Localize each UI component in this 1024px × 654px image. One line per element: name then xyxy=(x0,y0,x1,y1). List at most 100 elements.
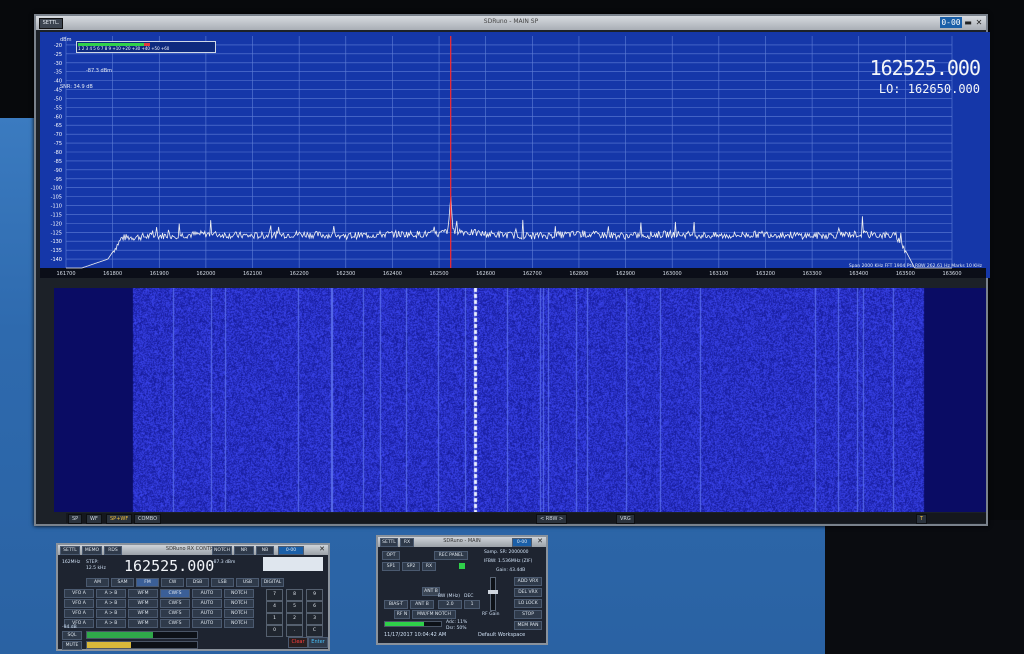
spwf-button[interactable]: SP+WF xyxy=(106,514,133,524)
rx-function-button-vfo-a[interactable]: VFO A xyxy=(64,609,94,618)
extra-button[interactable]: T xyxy=(916,514,928,524)
keypad-key[interactable]: 5 xyxy=(286,601,303,613)
main-close-icon[interactable]: ✕ xyxy=(537,537,543,545)
rx-function-button-cwfs[interactable]: CWFS xyxy=(160,589,190,598)
rx-function-button-a-b[interactable]: A > B xyxy=(96,599,126,608)
rx-function-button-a-b[interactable]: A > B xyxy=(96,619,126,628)
mode-button-digital[interactable]: DIGITAL xyxy=(261,578,284,587)
sp2-button[interactable]: SP2 xyxy=(402,562,420,571)
rx-function-button-wfm[interactable]: WFM xyxy=(128,589,158,598)
keypad-key[interactable]: 2 xyxy=(286,613,303,625)
rx-panel-titlebar[interactable]: SETTL MEMO RDS SDRuno RX CONTROL NOTCH N… xyxy=(58,545,328,555)
x-tick-label: 163200 xyxy=(756,271,775,277)
ant-button[interactable]: ANT B xyxy=(410,600,434,609)
rf-gain-knob[interactable] xyxy=(488,590,498,594)
rx-function-button-vfo-a[interactable]: VFO A xyxy=(64,589,94,598)
center-frequency[interactable]: 162525.000 xyxy=(870,56,981,80)
sp1-button[interactable]: SP1 xyxy=(382,562,400,571)
keypad-key[interactable]: 3 xyxy=(306,613,323,625)
vrg-button[interactable]: VRG xyxy=(616,514,635,524)
keypad-key[interactable]: 6 xyxy=(306,601,323,613)
rx-function-button-notch[interactable]: NOTCH xyxy=(224,589,254,598)
rec-panel-button[interactable]: REC PANEL xyxy=(434,551,468,560)
rx-function-button-a-b[interactable]: A > B xyxy=(96,589,126,598)
mode-button-lsb[interactable]: LSB xyxy=(211,578,234,587)
mode-button-usb[interactable]: USB xyxy=(236,578,259,587)
rx-step-value[interactable]: 12.5 kHz xyxy=(86,566,106,571)
side-button-stop[interactable]: STOP xyxy=(514,610,542,619)
sql-slider[interactable] xyxy=(86,631,198,639)
keypad-key[interactable]: . xyxy=(286,625,303,637)
mw-notch-button[interactable]: MW/FM NOTCH xyxy=(412,610,456,619)
rx-notch-button[interactable]: NOTCH xyxy=(212,546,232,555)
bw-label: BW (MHz) xyxy=(438,594,460,599)
dec-value[interactable]: 1 xyxy=(464,600,480,609)
rx-nr-button[interactable]: NR xyxy=(234,546,254,555)
window-titlebar[interactable]: SETTL. SDRuno - MAIN SP 0-00 ▬ ✕ xyxy=(36,16,986,30)
rx-nb-button[interactable]: NB xyxy=(256,546,274,555)
mode-button-sam[interactable]: SAM xyxy=(111,578,134,587)
combo-button[interactable]: COMBO xyxy=(134,514,162,524)
rx-function-button-auto[interactable]: AUTO xyxy=(192,589,222,598)
waterfall-display[interactable] xyxy=(54,288,986,512)
mute-button[interactable]: MUTE xyxy=(62,641,82,650)
rx-function-button-cwfs[interactable]: CWFS xyxy=(160,619,190,628)
side-button-lo-lock[interactable]: LO LOCK xyxy=(514,599,542,608)
clear-button[interactable]: Clear xyxy=(288,637,308,648)
keypad-key[interactable]: 9 xyxy=(306,589,323,601)
keypad-key[interactable]: 0 xyxy=(266,625,283,637)
sp-button[interactable]: SP xyxy=(68,514,83,524)
rx-button[interactable]: RX xyxy=(422,562,436,571)
rf-gain-slider[interactable] xyxy=(488,577,498,611)
bias-t-button[interactable]: BIAS-T xyxy=(384,600,408,609)
main-panel-titlebar[interactable]: SETTL RX SDRuno - MAIN 0-00 ✕ xyxy=(378,537,546,547)
opt-button[interactable]: OPT xyxy=(382,551,400,560)
rx-frequency[interactable]: 162525.000 xyxy=(124,557,214,575)
rbw-button[interactable]: < RBW > xyxy=(536,514,568,524)
y-tick-label: -140 xyxy=(51,257,62,263)
rx-function-button-auto[interactable]: AUTO xyxy=(192,599,222,608)
side-button-del-vrx[interactable]: DEL VRX xyxy=(514,588,542,597)
y-tick-label: -90 xyxy=(54,168,62,174)
keypad-key[interactable]: 7 xyxy=(266,589,283,601)
mode-button-cw[interactable]: CW xyxy=(161,578,184,587)
rx-control-panel: SETTL MEMO RDS SDRuno RX CONTROL NOTCH N… xyxy=(56,543,330,651)
bw-value[interactable]: 2.0 xyxy=(438,600,462,609)
rx-function-button-notch[interactable]: NOTCH xyxy=(224,609,254,618)
mode-button-fm[interactable]: FM xyxy=(136,578,159,587)
mode-button-am[interactable]: AM xyxy=(86,578,109,587)
lo-frequency[interactable]: LO: 162650.000 xyxy=(879,82,980,96)
gain-value: Gain: 43.4dB xyxy=(496,568,526,573)
enter-button[interactable]: Enter xyxy=(308,637,328,648)
keypad-key[interactable]: 4 xyxy=(266,601,283,613)
side-button-mem-pan[interactable]: MEM PAN xyxy=(514,621,542,630)
rx-function-button-cwfs[interactable]: CWFS xyxy=(160,609,190,618)
wf-button[interactable]: WF xyxy=(86,514,102,524)
rx-function-button-cwfs[interactable]: CWFS xyxy=(160,599,190,608)
mode-button-dsb[interactable]: DSB xyxy=(186,578,209,587)
spectrum-display[interactable]: -20 -25 -30 -35 -40 -45 -50 -55 -60 -65 -70 -75 -80-… xyxy=(40,32,990,278)
rx-function-button-notch[interactable]: NOTCH xyxy=(224,619,254,628)
keypad-key[interactable]: 8 xyxy=(286,589,303,601)
volume-slider[interactable] xyxy=(86,641,198,649)
rx-function-button-auto[interactable]: AUTO xyxy=(192,609,222,618)
rx-function-button-vfo-a[interactable]: VFO A xyxy=(64,599,94,608)
rx-close-icon[interactable]: ✕ xyxy=(319,545,325,553)
rx-function-button-wfm[interactable]: WFM xyxy=(128,619,158,628)
side-button-add-vrx[interactable]: ADD VRX xyxy=(514,577,542,586)
minimize-icon[interactable]: ▬ xyxy=(963,17,973,28)
rx-function-button-notch[interactable]: NOTCH xyxy=(224,599,254,608)
rx-function-button-auto[interactable]: AUTO xyxy=(192,619,222,628)
main-control-panel: SETTL RX SDRuno - MAIN 0-00 ✕ OPT REC PA… xyxy=(376,535,548,645)
y-tick-label: -30 xyxy=(54,61,62,67)
rf-notch-button[interactable]: RF N xyxy=(394,610,410,619)
x-tick-label: 162800 xyxy=(569,271,588,277)
keypad-key[interactable]: 1 xyxy=(266,613,283,625)
rx-function-button-wfm[interactable]: WFM xyxy=(128,609,158,618)
close-icon[interactable]: ✕ xyxy=(974,17,984,28)
sql-button[interactable]: SQL xyxy=(62,631,82,640)
rx-function-button-wfm[interactable]: WFM xyxy=(128,599,158,608)
rx-function-button-a-b[interactable]: A > B xyxy=(96,609,126,618)
rx-dbm: -87.3 dBm xyxy=(212,560,236,565)
keypad-key[interactable]: C xyxy=(306,625,323,637)
